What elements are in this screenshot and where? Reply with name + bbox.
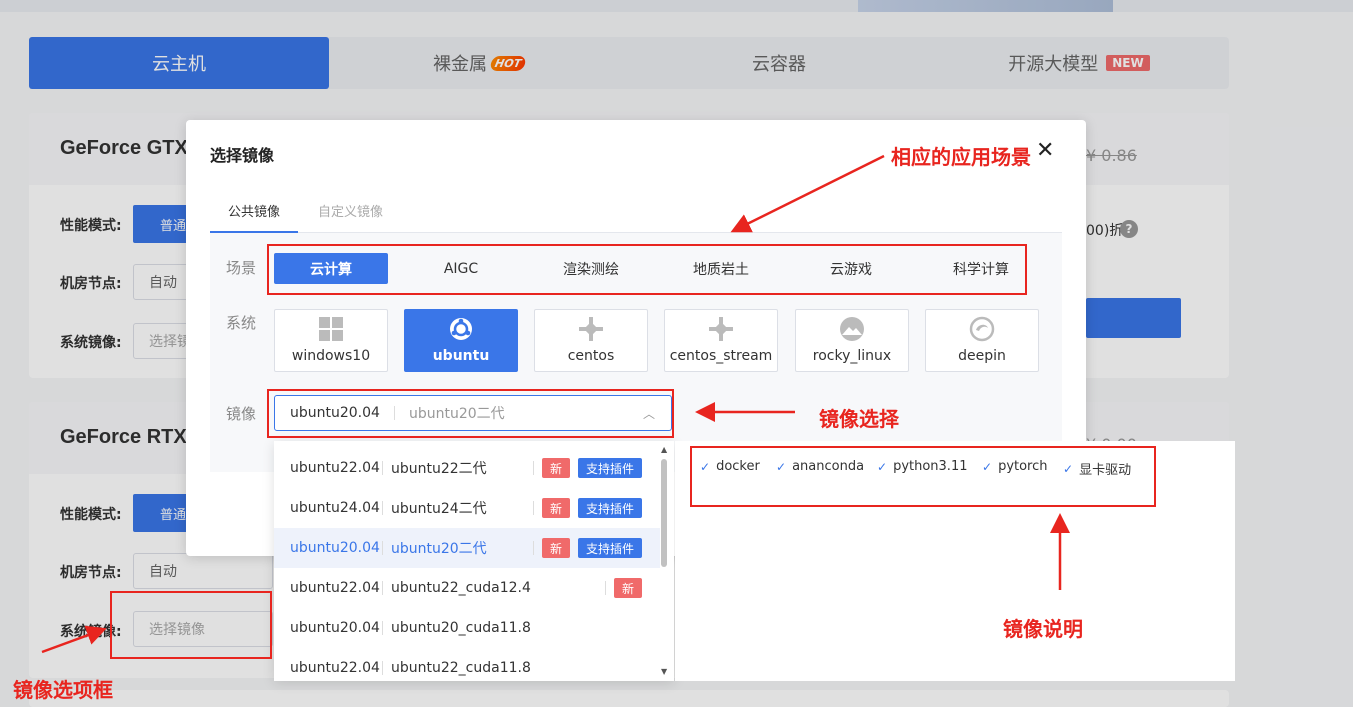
divider [533, 461, 534, 475]
image-type-tabs: 公共镜像 自定义镜像 [210, 184, 1062, 233]
os-ubuntu[interactable]: ubuntu [404, 309, 518, 372]
option-version: ubuntu24.04 [290, 500, 380, 516]
os-centos[interactable]: centos [534, 309, 648, 372]
scroll-down-icon[interactable]: ▼ [661, 667, 667, 676]
plugin-tag: 支持插件 [578, 458, 642, 478]
divider [382, 581, 383, 595]
image-dropdown: ubuntu22.04 ubuntu22二代 新 支持插件 ubuntu24.0… [274, 441, 674, 681]
scrollbar-thumb[interactable] [661, 459, 667, 567]
new-tag: 新 [614, 578, 642, 598]
divider [382, 621, 383, 635]
modal-title: 选择镜像 [210, 146, 275, 165]
scene-label: 场景 [226, 259, 257, 277]
divider [533, 501, 534, 515]
os-deepin[interactable]: deepin [925, 309, 1039, 372]
option-name: ubuntu22_cuda11.8 [391, 660, 531, 676]
new-tag: 新 [542, 458, 570, 478]
scroll-up-icon[interactable]: ▲ [661, 445, 667, 454]
annotation-scene: 相应的应用场景 [891, 145, 1031, 169]
divider [382, 501, 383, 515]
option-version: ubuntu22.04 [290, 460, 380, 476]
centos-icon [709, 317, 733, 341]
option-name: ubuntu20二代 [391, 541, 487, 557]
option-name: ubuntu22_cuda12.4 [391, 580, 531, 596]
annotation-box-image-option [110, 591, 272, 659]
divider [533, 541, 534, 555]
plugin-tag: 支持插件 [578, 498, 642, 518]
close-icon[interactable]: ✕ [1036, 138, 1054, 163]
option-version: ubuntu22.04 [290, 660, 380, 676]
system-label: 系统 [226, 314, 257, 332]
dropdown-option[interactable]: ubuntu24.04 ubuntu24二代 新 支持插件 [274, 488, 660, 528]
dropdown-option[interactable]: ubuntu20.04 ubuntu20_cuda11.8 [274, 608, 660, 648]
os-name: centos_stream [669, 348, 773, 364]
os-centos-stream[interactable]: centos_stream [664, 309, 778, 372]
os-windows10[interactable]: windows10 [274, 309, 388, 372]
annotation-box-scene [267, 244, 1027, 295]
annotation-image-desc: 镜像说明 [1003, 617, 1083, 641]
os-rocky-linux[interactable]: rocky_linux [795, 309, 909, 372]
dropdown-option[interactable]: ubuntu22.04 ubuntu22_cuda11.8 [274, 648, 660, 681]
os-name: centos [567, 348, 615, 364]
divider [382, 661, 383, 675]
divider [605, 581, 606, 595]
deepin-icon [969, 316, 995, 342]
os-name: ubuntu [432, 348, 490, 364]
divider [382, 461, 383, 475]
os-name: windows10 [291, 348, 371, 364]
plugin-tag: 支持插件 [578, 538, 642, 558]
option-version: ubuntu20.04 [290, 620, 380, 636]
divider [382, 541, 383, 555]
tab-custom-image[interactable]: 自定义镜像 [318, 201, 383, 220]
dropdown-option-selected[interactable]: ubuntu20.04 ubuntu20二代 新 支持插件 [274, 528, 660, 568]
dropdown-option[interactable]: ubuntu22.04 ubuntu22_cuda12.4 新 [274, 568, 660, 608]
active-tab-indicator [210, 231, 298, 233]
os-name: rocky_linux [812, 348, 892, 364]
rocky-linux-icon [840, 317, 864, 341]
option-name: ubuntu20_cuda11.8 [391, 620, 531, 636]
annotation-image-select: 镜像选择 [819, 407, 899, 431]
dropdown-option[interactable]: ubuntu22.04 ubuntu22二代 新 支持插件 [274, 448, 660, 488]
image-label: 镜像 [226, 405, 257, 423]
new-tag: 新 [542, 498, 570, 518]
tab-public-image[interactable]: 公共镜像 [228, 201, 280, 220]
annotation-box-image-desc [690, 446, 1156, 507]
ubuntu-icon [450, 318, 472, 340]
annotation-image-box: 镜像选项框 [13, 678, 113, 702]
centos-icon [579, 317, 603, 341]
option-name: ubuntu24二代 [391, 501, 487, 517]
option-name: ubuntu22二代 [391, 461, 487, 477]
annotation-box-image-select [267, 389, 674, 438]
os-name: deepin [958, 348, 1006, 364]
new-tag: 新 [542, 538, 570, 558]
option-version: ubuntu22.04 [290, 580, 380, 596]
windows-icon [319, 317, 343, 341]
option-version: ubuntu20.04 [290, 540, 380, 556]
